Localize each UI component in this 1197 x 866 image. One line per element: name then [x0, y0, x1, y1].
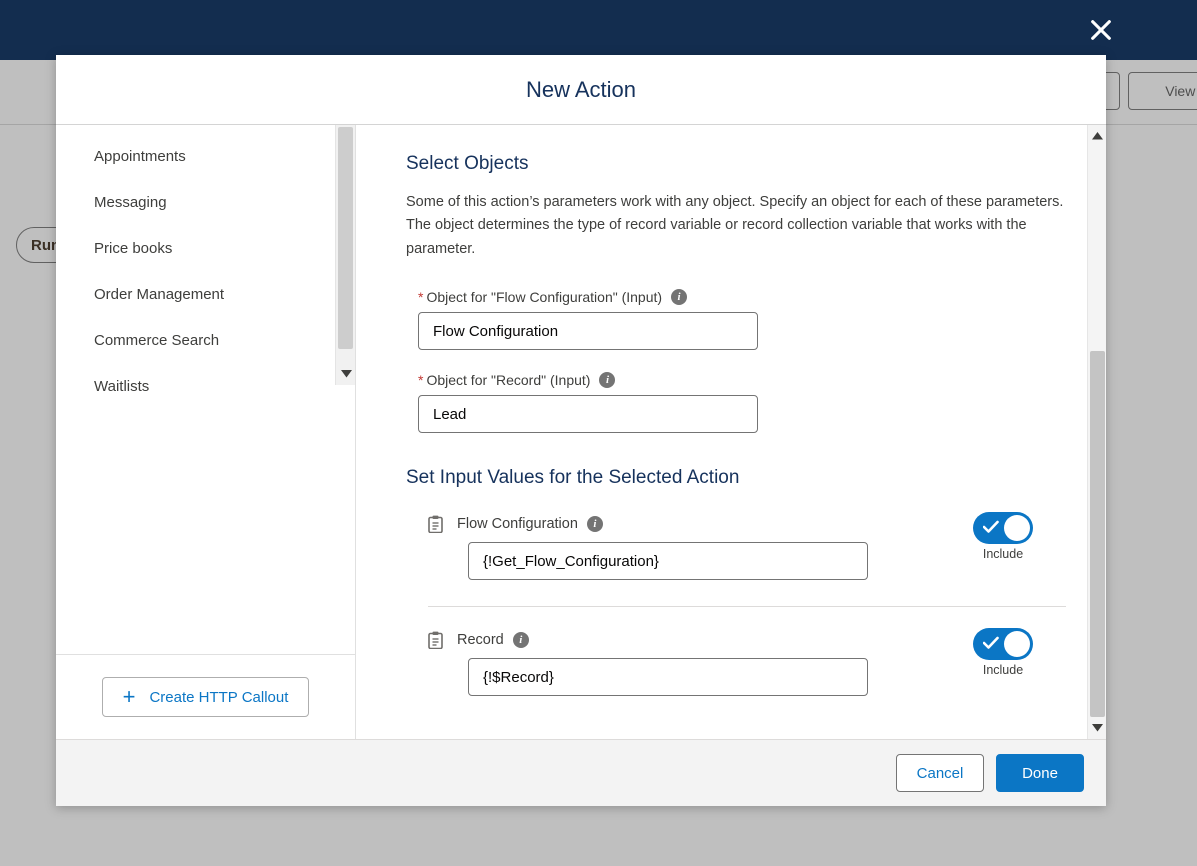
parameter-value-input-record[interactable]: {!$Record} [468, 658, 868, 697]
create-http-callout-button[interactable]: + Create HTTP Callout [101, 677, 310, 717]
top-bar [0, 0, 1197, 60]
sidebar-item-label: Price books [94, 239, 173, 257]
info-icon[interactable]: i [586, 516, 603, 533]
sidebar-scrollbar[interactable] [335, 125, 355, 385]
sidebar-item-commerce-search[interactable]: Commerce Search [56, 317, 355, 363]
modal-footer: Cancel Done [56, 739, 1106, 806]
sidebar-item-messaging[interactable]: Messaging [56, 179, 355, 225]
parameter-name: Record [457, 632, 504, 649]
sidebar-item-label: Order Management [94, 285, 225, 303]
check-icon [982, 636, 999, 655]
info-icon[interactable]: i [512, 632, 529, 649]
chevron-down-icon[interactable] [1088, 719, 1106, 737]
action-config-content: Select Objects Some of this action’s par… [356, 125, 1106, 739]
object-field-label: * Object for "Flow Configuration" (Input… [418, 289, 1066, 306]
chevron-down-icon[interactable] [336, 363, 355, 385]
parameter-row-record: Record i {!$Record} Include [428, 628, 1066, 722]
sidebar-item-label: Waitlists [94, 377, 150, 395]
parameter-value-input-flow-configuration[interactable]: {!Get_Flow_Configuration} [468, 542, 868, 581]
object-combobox-value: Lead [433, 405, 467, 423]
include-toggle[interactable] [973, 512, 1033, 545]
parameter-name: Flow Configuration [457, 516, 578, 533]
clipboard-record-icon [428, 515, 443, 534]
object-field-label-text: Object for "Flow Configuration" (Input) [426, 289, 663, 306]
chevron-up-icon[interactable] [1088, 127, 1106, 145]
category-list: Appointments Messaging Price books Order… [56, 125, 355, 654]
parameter-value: {!Get_Flow_Configuration} [483, 552, 659, 570]
sidebar-scrollbar-thumb[interactable] [338, 127, 353, 349]
set-input-values-heading: Set Input Values for the Selected Action [406, 467, 740, 489]
page-title: New Action [525, 76, 637, 102]
modal-body: Appointments Messaging Price books Order… [56, 125, 1106, 739]
check-icon [982, 520, 999, 539]
cancel-button[interactable]: Cancel [896, 754, 984, 792]
select-objects-heading: Select Objects [406, 153, 529, 174]
include-toggle-label: Include [982, 547, 1024, 562]
object-combobox-value: Flow Configuration [433, 322, 559, 340]
sidebar-item-label: Commerce Search [94, 331, 220, 349]
object-combobox-flow-configuration[interactable]: Flow Configuration [418, 312, 758, 351]
info-icon[interactable]: i [671, 289, 688, 306]
create-http-callout-label: Create HTTP Callout [149, 688, 289, 706]
include-toggle-group-flow-configuration: Include [968, 512, 1038, 561]
object-field-label: * Object for "Record" (Input) i [418, 372, 1066, 389]
include-toggle-label: Include [982, 663, 1024, 678]
sidebar-item-label: Appointments [94, 147, 186, 165]
close-icon[interactable] [1083, 12, 1119, 48]
object-field-label-text: Object for "Record" (Input) [426, 372, 591, 389]
include-toggle[interactable] [973, 628, 1033, 661]
object-field-flow-configuration: * Object for "Flow Configuration" (Input… [418, 289, 1066, 351]
parameter-value: {!$Record} [483, 668, 554, 686]
sidebar-item-appointments[interactable]: Appointments [56, 133, 355, 179]
sidebar-item-waitlists[interactable]: Waitlists [56, 363, 355, 409]
done-button[interactable]: Done [996, 754, 1084, 792]
new-action-modal: New Action Appointments Messaging Price … [56, 55, 1106, 806]
sidebar-item-order-management[interactable]: Order Management [56, 271, 355, 317]
app-root: View Tes Run New Action Appointments [0, 0, 1197, 866]
content-scrollbar-thumb[interactable] [1090, 351, 1105, 717]
sidebar-footer: + Create HTTP Callout [56, 654, 355, 739]
info-icon[interactable]: i [599, 372, 616, 389]
clipboard-record-icon [428, 631, 443, 650]
category-sidebar: Appointments Messaging Price books Order… [56, 125, 356, 739]
action-config-panel: Select Objects Some of this action’s par… [356, 125, 1106, 739]
sidebar-item-label: Messaging [94, 193, 167, 211]
content-scrollbar[interactable] [1087, 125, 1106, 739]
include-toggle-group-record: Include [968, 628, 1038, 677]
object-field-record: * Object for "Record" (Input) i Lead [418, 372, 1066, 434]
parameter-row-flow-configuration: Flow Configuration i {!Get_Flow_Configur… [428, 512, 1066, 608]
required-marker: * [418, 372, 424, 389]
sidebar-item-price-books[interactable]: Price books [56, 225, 355, 271]
modal-header: New Action [56, 55, 1106, 125]
required-marker: * [418, 289, 424, 306]
plus-icon: + [122, 684, 136, 709]
object-combobox-record[interactable]: Lead [418, 395, 758, 434]
toggle-knob [1004, 515, 1030, 542]
toggle-knob [1004, 631, 1030, 658]
select-objects-description: Some of this action’s parameters work wi… [406, 194, 1064, 257]
